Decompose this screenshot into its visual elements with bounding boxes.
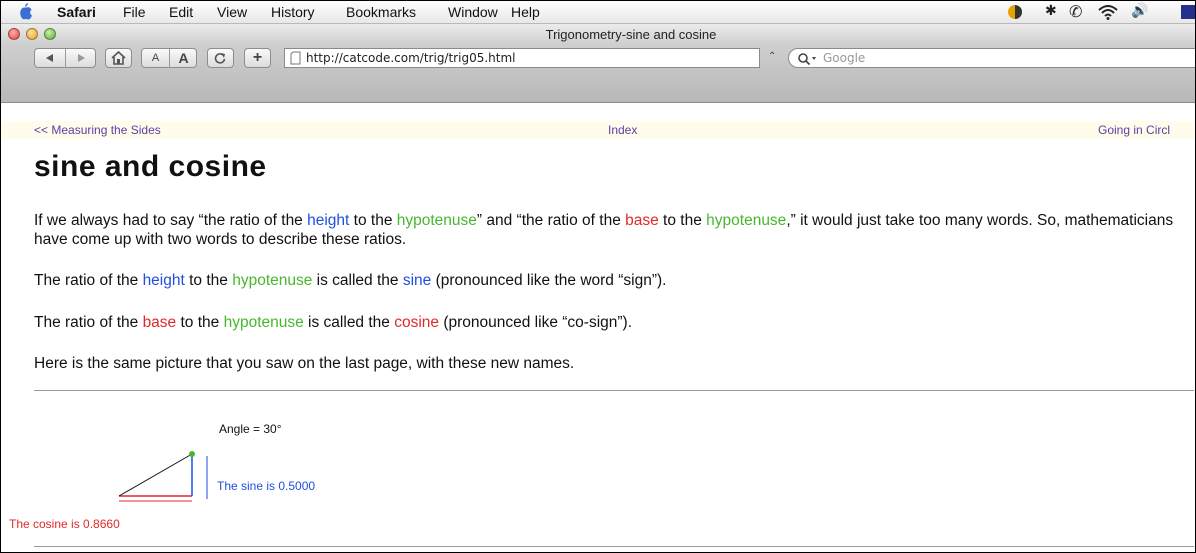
menu-edit[interactable]: Edit xyxy=(169,4,193,20)
sine-value-label: The sine is 0.5000 xyxy=(217,479,316,493)
term-base: base xyxy=(142,314,177,331)
text: to the xyxy=(658,212,707,229)
prev-page-link[interactable]: << Measuring the Sides xyxy=(34,123,161,137)
term-hypotenuse: hypotenuse xyxy=(223,314,304,331)
term-hypotenuse: hypotenuse xyxy=(396,212,477,229)
text: If we always had to say “the ratio of th… xyxy=(34,212,308,229)
cosine-paragraph: The ratio of the base to the hypotenuse … xyxy=(34,313,1194,332)
triangle-diagram[interactable] xyxy=(111,448,221,504)
forward-arrow-icon xyxy=(78,54,85,62)
apple-menu-icon[interactable] xyxy=(20,3,32,20)
menu-help[interactable]: Help xyxy=(511,4,540,20)
screen: Safari File Edit View History Bookmarks … xyxy=(0,0,1196,553)
intro-paragraph: If we always had to say “the ratio of th… xyxy=(34,211,1194,249)
term-cosine: cosine xyxy=(394,314,440,331)
page-icon xyxy=(290,51,301,65)
search-placeholder: Google xyxy=(823,51,866,65)
back-button[interactable] xyxy=(35,49,66,67)
back-forward-buttons xyxy=(34,48,96,68)
reload-button[interactable] xyxy=(207,48,234,68)
home-button[interactable] xyxy=(105,48,132,68)
volume-icon[interactable]: 🔊 xyxy=(1131,2,1148,19)
page-nav-strip: << Measuring the Sides Index Going in Ci… xyxy=(1,121,1195,139)
search-field[interactable]: Google xyxy=(788,48,1195,68)
hypotenuse-line xyxy=(118,453,193,497)
menu-safari[interactable]: Safari xyxy=(57,4,96,20)
menu-bookmarks[interactable]: Bookmarks xyxy=(346,4,416,20)
picture-intro-paragraph: Here is the same picture that you saw on… xyxy=(34,355,575,372)
add-bookmark-button[interactable]: + xyxy=(244,48,271,68)
reload-icon xyxy=(214,53,226,64)
term-height: height xyxy=(307,212,350,229)
window-title: Trigonometry-sine and cosine xyxy=(545,27,717,42)
address-bar[interactable]: http://catcode.com/trig/trig05.html xyxy=(284,48,760,68)
back-arrow-icon xyxy=(46,54,53,62)
term-hypotenuse: hypotenuse xyxy=(706,212,787,229)
menu-window[interactable]: Window xyxy=(448,4,498,20)
window-titlebar[interactable]: Trigonometry-sine and cosine xyxy=(1,24,1195,44)
menu-view[interactable]: View xyxy=(217,4,247,20)
sine-paragraph: The ratio of the height to the hypotenus… xyxy=(34,271,1194,290)
text: The ratio of the xyxy=(34,314,143,331)
browser-toolbar: A A + http://catcode.com/trig/trig05.htm… xyxy=(1,44,1195,103)
wifi-icon[interactable] xyxy=(1098,4,1118,20)
snapback-icon[interactable]: ⌃ xyxy=(768,51,776,62)
index-link[interactable]: Index xyxy=(608,123,637,137)
term-sine: sine xyxy=(402,272,432,289)
page-content: << Measuring the Sides Index Going in Ci… xyxy=(1,103,1195,552)
angle-label: Angle = 30° xyxy=(219,422,282,436)
text-smaller-button[interactable]: A xyxy=(142,49,170,67)
text: to the xyxy=(349,212,397,229)
term-hypotenuse: hypotenuse xyxy=(232,272,313,289)
term-base: base xyxy=(625,212,659,229)
search-icon[interactable] xyxy=(797,52,819,66)
page-heading: sine and cosine xyxy=(34,150,267,183)
text: (pronounced like the word “sign”). xyxy=(431,272,667,289)
drag-handle[interactable] xyxy=(189,451,195,457)
url-text[interactable]: http://catcode.com/trig/trig05.html xyxy=(306,51,515,65)
flag-icon[interactable] xyxy=(1181,5,1195,19)
text-size-buttons: A A xyxy=(141,48,197,68)
text: The ratio of the xyxy=(34,272,143,289)
menu-bar: Safari File Edit View History Bookmarks … xyxy=(1,1,1195,24)
timemachine-icon[interactable] xyxy=(1007,4,1023,20)
next-page-link[interactable]: Going in Circl xyxy=(1098,123,1170,137)
cosine-value-label: The cosine is 0.8660 xyxy=(9,517,120,531)
text: is called the xyxy=(312,272,403,289)
text: ” and “the ratio of the xyxy=(476,212,626,229)
divider xyxy=(34,390,1194,391)
text: to the xyxy=(176,314,224,331)
text-bigger-button[interactable]: A xyxy=(170,49,197,67)
forward-button[interactable] xyxy=(66,49,96,67)
text: (pronounced like “co-sign”). xyxy=(439,314,633,331)
text: is called the xyxy=(303,314,395,331)
phone-icon[interactable]: ✆ xyxy=(1069,2,1082,22)
text: to the xyxy=(184,272,233,289)
menu-history[interactable]: History xyxy=(271,4,315,20)
bluetooth-icon[interactable]: ✱ xyxy=(1045,2,1057,19)
divider xyxy=(34,546,1194,547)
term-height: height xyxy=(142,272,185,289)
home-icon xyxy=(111,50,126,65)
menu-file[interactable]: File xyxy=(123,4,146,20)
